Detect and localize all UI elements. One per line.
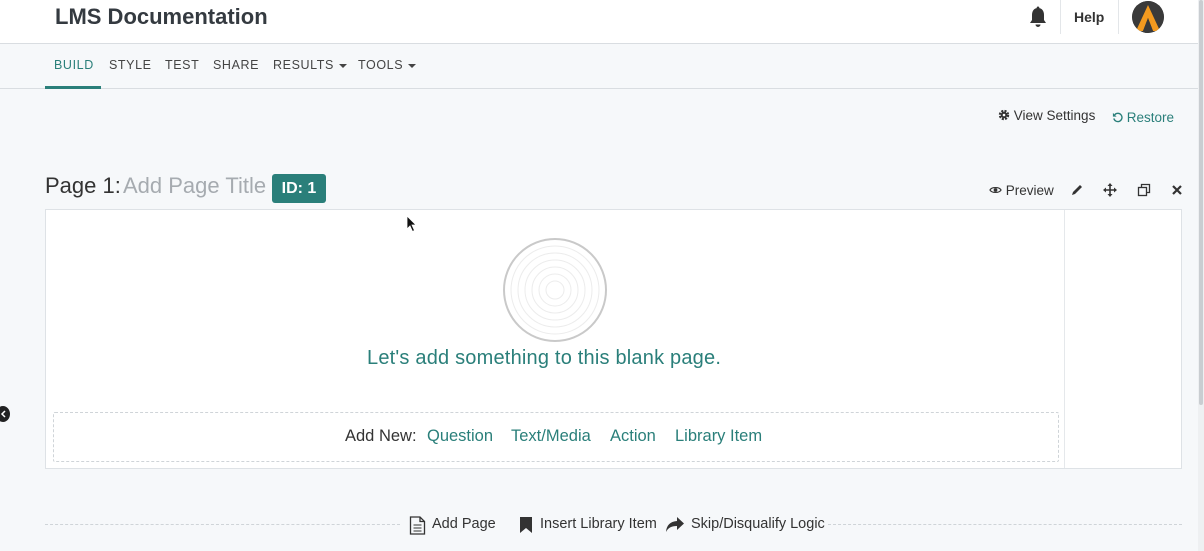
restore-label: Restore [1126, 110, 1175, 125]
document-icon [409, 516, 426, 535]
bell-icon[interactable] [1029, 6, 1047, 28]
tab-share[interactable]: SHARE [213, 58, 259, 72]
eye-icon [989, 186, 1002, 194]
add-new-label: Add New: [345, 427, 417, 445]
page-number-label: Page 1: [45, 173, 121, 198]
add-question-link[interactable]: Question [427, 427, 493, 446]
header-divider [1118, 0, 1119, 34]
main-nav: BUILD STYLE TEST SHARE RESULTS TOOLS [0, 44, 1198, 89]
preview-button[interactable]: Preview [989, 183, 1054, 198]
caret-down-icon [408, 63, 417, 68]
bookmark-icon [520, 517, 532, 533]
tab-tools[interactable]: TOOLS [358, 58, 417, 72]
blank-page-message: Let's add something to this blank page. [367, 347, 722, 369]
caret-down-icon [338, 63, 347, 68]
top-header: LMS Documentation Help [0, 0, 1198, 44]
view-settings-button[interactable]: View Settings [998, 108, 1095, 123]
share-arrow-icon [666, 517, 684, 532]
page-title-input[interactable]: Add Page Title [123, 173, 266, 199]
header-divider [1060, 0, 1061, 34]
tab-build[interactable]: BUILD [54, 58, 94, 72]
app-title: LMS Documentation [55, 4, 268, 29]
chevron-left-icon [0, 410, 6, 418]
help-link[interactable]: Help [1074, 9, 1104, 25]
active-tab-indicator [45, 86, 101, 89]
mouse-cursor-icon [406, 215, 417, 233]
avatar-logo-icon [1132, 1, 1164, 33]
tab-test[interactable]: TEST [165, 58, 199, 72]
tab-tools-label: TOOLS [358, 58, 404, 72]
copy-icon[interactable] [1137, 183, 1151, 197]
card-side-divider [1064, 210, 1065, 468]
pencil-icon[interactable] [1070, 183, 1084, 197]
divider-line [45, 524, 400, 525]
page-id-badge: ID: 1 [272, 174, 326, 203]
preview-label: Preview [1005, 183, 1054, 198]
skip-disqualify-logic-button[interactable]: Skip/Disqualify Logic [691, 516, 825, 532]
add-action-link[interactable]: Action [610, 427, 656, 446]
page-scrollbar[interactable] [1198, 0, 1204, 551]
add-text-media-link[interactable]: Text/Media [511, 427, 591, 446]
insert-library-item-button[interactable]: Insert Library Item [540, 516, 657, 532]
move-icon[interactable] [1103, 183, 1117, 197]
divider-line [828, 524, 1182, 525]
gear-icon [998, 109, 1010, 121]
scrollbar-thumb[interactable] [1199, 0, 1203, 405]
add-page-button[interactable]: Add Page [432, 516, 496, 532]
tab-results-label: RESULTS [273, 58, 334, 72]
view-settings-label: View Settings [1013, 108, 1096, 123]
sidebar-toggle-handle[interactable] [0, 406, 10, 422]
tab-results[interactable]: RESULTS [273, 58, 347, 72]
close-icon[interactable] [1170, 183, 1184, 197]
blank-page-target-icon [503, 238, 607, 342]
tab-style[interactable]: STYLE [109, 58, 152, 72]
add-library-item-link[interactable]: Library Item [675, 427, 762, 446]
restore-button[interactable]: Restore [1112, 110, 1174, 125]
undo-icon [1112, 112, 1123, 123]
avatar[interactable] [1132, 1, 1164, 33]
